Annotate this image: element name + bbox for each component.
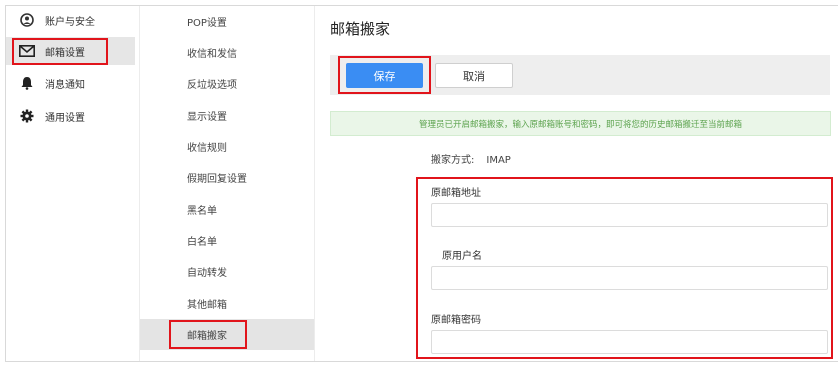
submenu-item-send-receive[interactable]: 收信和发信 bbox=[140, 37, 314, 68]
nav-item-label: 账户与安全 bbox=[45, 16, 95, 28]
save-button[interactable]: 保存 bbox=[346, 63, 423, 88]
submenu-label: 假期回复设置 bbox=[187, 174, 247, 185]
submenu-item-pop[interactable]: POP设置 bbox=[140, 6, 314, 37]
page-title: 邮箱搬家 bbox=[330, 20, 391, 38]
submenu-label: POP设置 bbox=[187, 18, 227, 29]
nav-item-account-security[interactable]: 账户与安全 bbox=[6, 6, 135, 34]
submenu-label: 黑名单 bbox=[187, 206, 217, 217]
info-notice: 管理员已开启邮箱搬家，输入原邮箱账号和密码，即可将您的历史邮箱搬迁至当前邮箱 bbox=[330, 111, 831, 136]
mail-settings-submenu: POP设置 收信和发信 反垃圾选项 显示设置 收信规则 假期回复设置 黑名单 白… bbox=[139, 6, 315, 361]
submenu-label: 白名单 bbox=[187, 237, 217, 248]
submenu-label: 其他邮箱 bbox=[187, 300, 227, 311]
original-password-input[interactable] bbox=[431, 330, 828, 354]
submenu-label: 收信规则 bbox=[187, 143, 227, 154]
gear-icon bbox=[19, 108, 35, 124]
nav-item-general-settings[interactable]: 通用设置 bbox=[6, 102, 135, 130]
original-address-input[interactable] bbox=[431, 203, 828, 227]
highlight-box bbox=[169, 320, 247, 349]
submenu-item-mailbox-migration[interactable]: 邮箱搬家 bbox=[140, 319, 314, 350]
migration-method-label: 搬家方式: bbox=[431, 155, 475, 166]
submenu-item-other-mailbox[interactable]: 其他邮箱 bbox=[140, 288, 314, 319]
cancel-button[interactable]: 取消 bbox=[435, 63, 513, 88]
submenu-item-auto-forward[interactable]: 自动转发 bbox=[140, 256, 314, 287]
nav-item-notifications[interactable]: 消息通知 bbox=[6, 69, 135, 97]
original-username-label: 原用户名 bbox=[442, 251, 482, 262]
account-circle-icon bbox=[19, 12, 35, 28]
original-username-input[interactable] bbox=[431, 266, 828, 290]
bell-icon bbox=[19, 75, 35, 91]
highlight-box bbox=[12, 38, 108, 65]
left-nav: 账户与安全 邮箱设置 消息通知 通用设置 bbox=[6, 6, 135, 361]
submenu-label: 显示设置 bbox=[187, 112, 227, 123]
submenu-item-whitelist[interactable]: 白名单 bbox=[140, 225, 314, 256]
submenu-item-anti-spam[interactable]: 反垃圾选项 bbox=[140, 68, 314, 99]
nav-item-mail-settings[interactable]: 邮箱设置 bbox=[6, 37, 135, 65]
original-address-label: 原邮箱地址 bbox=[431, 188, 481, 199]
migration-method-value: IMAP bbox=[486, 155, 511, 166]
submenu-item-vacation-reply[interactable]: 假期回复设置 bbox=[140, 162, 314, 193]
submenu-item-rules[interactable]: 收信规则 bbox=[140, 131, 314, 162]
submenu-item-blacklist[interactable]: 黑名单 bbox=[140, 194, 314, 225]
submenu-item-display[interactable]: 显示设置 bbox=[140, 100, 314, 131]
nav-item-label: 消息通知 bbox=[45, 79, 85, 91]
migration-method: 搬家方式: IMAP bbox=[431, 151, 511, 166]
submenu-label: 收信和发信 bbox=[187, 49, 237, 60]
submenu-label: 自动转发 bbox=[187, 268, 227, 279]
submenu-label: 反垃圾选项 bbox=[187, 80, 237, 91]
nav-item-label: 通用设置 bbox=[45, 112, 85, 124]
original-password-label: 原邮箱密码 bbox=[431, 315, 481, 326]
